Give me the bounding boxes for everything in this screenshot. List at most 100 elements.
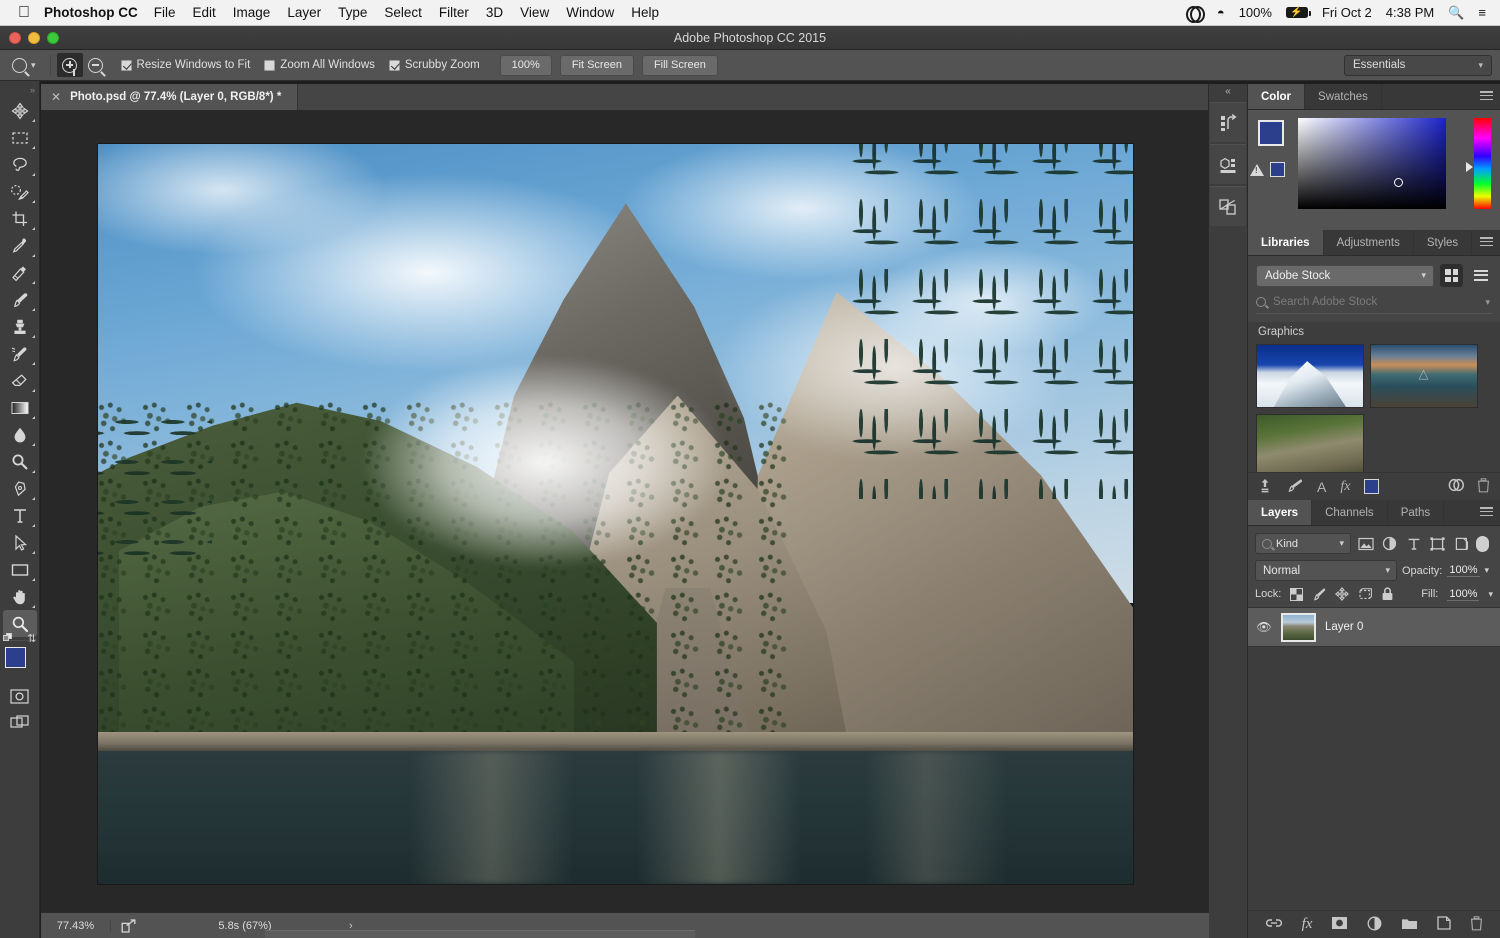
wifi-icon[interactable]: ◓ bbox=[1217, 5, 1225, 20]
creative-cloud-icon[interactable] bbox=[1185, 4, 1205, 23]
close-window-button[interactable] bbox=[9, 32, 21, 44]
default-colors-icon[interactable] bbox=[2, 633, 12, 642]
add-layer-style-icon[interactable]: fx bbox=[1340, 479, 1350, 495]
active-tool-preset[interactable]: ▾ bbox=[8, 57, 44, 73]
layer-filter-kind-select[interactable]: Kind ▾ bbox=[1255, 533, 1351, 554]
clone-stamp-tool[interactable] bbox=[3, 313, 37, 340]
close-icon[interactable]: ✕ bbox=[51, 90, 61, 104]
grid-view-button[interactable] bbox=[1440, 264, 1463, 287]
chevron-down-icon[interactable]: ▾ bbox=[1488, 589, 1493, 600]
rectangular-marquee-tool[interactable] bbox=[3, 124, 37, 151]
filter-enable-toggle[interactable] bbox=[1476, 534, 1490, 553]
maximize-window-button[interactable] bbox=[47, 32, 59, 44]
filter-type-layers-icon[interactable] bbox=[1404, 534, 1423, 553]
crop-tool[interactable] bbox=[3, 205, 37, 232]
eraser-tool[interactable] bbox=[3, 367, 37, 394]
layer-thumbnail-mountain-lake[interactable] bbox=[1281, 612, 1316, 642]
status-zoom-level[interactable]: 77.43% bbox=[41, 919, 111, 932]
zoom-100-percent-button[interactable]: 100% bbox=[499, 54, 552, 76]
spotlight-search-icon[interactable]: 🔍 bbox=[1448, 5, 1464, 21]
properties-panel-icon[interactable] bbox=[1210, 144, 1246, 184]
menu-item-image[interactable]: Image bbox=[233, 5, 271, 20]
upload-to-library-icon[interactable] bbox=[1258, 478, 1272, 496]
hand-tool[interactable] bbox=[3, 583, 37, 610]
horizontal-type-tool[interactable] bbox=[3, 502, 37, 529]
canvas-area[interactable] bbox=[41, 111, 1209, 912]
new-adjustment-layer-icon[interactable] bbox=[1367, 916, 1382, 934]
spot-healing-brush-tool[interactable] bbox=[3, 259, 37, 286]
minimize-window-button[interactable] bbox=[28, 32, 40, 44]
library-search-field[interactable]: Search Adobe Stock ▾ bbox=[1256, 293, 1492, 314]
lock-position-icon[interactable] bbox=[1335, 587, 1350, 601]
quick-mask-mode-icon[interactable] bbox=[3, 683, 37, 709]
path-selection-tool[interactable] bbox=[3, 529, 37, 556]
add-layer-mask-icon[interactable] bbox=[1331, 916, 1348, 933]
lock-transparent-pixels-icon[interactable] bbox=[1290, 587, 1304, 601]
history-panel-icon[interactable] bbox=[1210, 102, 1246, 142]
tab-styles[interactable]: Styles bbox=[1414, 230, 1473, 255]
tab-layers[interactable]: Layers bbox=[1248, 500, 1313, 525]
filter-shape-layers-icon[interactable] bbox=[1428, 534, 1447, 553]
delete-layer-icon[interactable] bbox=[1470, 915, 1483, 934]
panel-menu-icon[interactable] bbox=[1480, 507, 1493, 517]
battery-charging-icon[interactable]: ⚡ bbox=[1285, 7, 1311, 18]
layer-row-layer-0[interactable]: 👁 Layer 0 bbox=[1248, 607, 1500, 647]
history-brush-tool[interactable] bbox=[3, 340, 37, 367]
chevron-down-icon[interactable]: ▾ bbox=[1485, 297, 1490, 308]
lock-all-icon[interactable] bbox=[1381, 587, 1394, 601]
delete-icon[interactable] bbox=[1477, 477, 1490, 496]
add-text-style-icon[interactable]: A bbox=[1317, 479, 1326, 495]
panel-menu-icon[interactable] bbox=[1480, 237, 1493, 247]
stock-thumb-lake-sunset[interactable]: △ bbox=[1370, 344, 1478, 408]
tab-channels[interactable]: Channels bbox=[1312, 500, 1388, 525]
menu-item-select[interactable]: Select bbox=[384, 5, 422, 20]
tab-paths[interactable]: Paths bbox=[1388, 500, 1445, 525]
foreground-color-swatch[interactable] bbox=[1258, 120, 1284, 146]
panel-menu-icon[interactable] bbox=[1480, 91, 1493, 101]
list-view-button[interactable] bbox=[1469, 264, 1492, 287]
rectangle-tool[interactable] bbox=[3, 556, 37, 583]
menu-item-file[interactable]: File bbox=[154, 5, 176, 20]
filter-adjustment-layers-icon[interactable] bbox=[1380, 534, 1399, 553]
gamut-substitute-swatch[interactable] bbox=[1270, 162, 1285, 177]
foreground-background-colors[interactable]: ⇅ bbox=[2, 633, 37, 683]
hue-ramp-slider[interactable] bbox=[1474, 118, 1491, 209]
swap-colors-icon[interactable]: ⇅ bbox=[27, 632, 36, 645]
stock-thumb-forest-rock[interactable] bbox=[1256, 414, 1364, 472]
eyedropper-tool[interactable] bbox=[3, 232, 37, 259]
lasso-tool[interactable] bbox=[3, 151, 37, 178]
new-group-icon[interactable] bbox=[1401, 917, 1418, 933]
document-tab[interactable]: ✕ Photo.psd @ 77.4% (Layer 0, RGB/8*) * bbox=[41, 84, 299, 110]
dodge-tool[interactable] bbox=[3, 448, 37, 475]
collapse-panels-icon[interactable]: « bbox=[1209, 84, 1247, 100]
zoom-in-button[interactable] bbox=[56, 53, 83, 77]
lock-image-pixels-icon[interactable] bbox=[1312, 587, 1326, 601]
apple-icon[interactable]:  bbox=[18, 4, 30, 21]
chevron-down-icon[interactable]: ▾ bbox=[1485, 565, 1490, 576]
adjustments-panel-icon[interactable] bbox=[1210, 186, 1246, 226]
tab-color[interactable]: Color bbox=[1248, 84, 1306, 109]
menu-item-filter[interactable]: Filter bbox=[439, 5, 469, 20]
menu-item-3d[interactable]: 3D bbox=[486, 5, 503, 20]
brush-tool[interactable] bbox=[3, 286, 37, 313]
pen-tool[interactable] bbox=[3, 475, 37, 502]
lock-artboard-nesting-icon[interactable] bbox=[1358, 587, 1373, 601]
eye-icon[interactable]: 👁 bbox=[1256, 620, 1272, 634]
layer-name[interactable]: Layer 0 bbox=[1325, 621, 1363, 633]
menu-item-type[interactable]: Type bbox=[338, 5, 367, 20]
menu-item-layer[interactable]: Layer bbox=[287, 5, 321, 20]
stock-thumb-snowy-peak[interactable] bbox=[1256, 344, 1364, 408]
toolbar-collapse-handle[interactable]: » bbox=[0, 85, 39, 97]
notification-center-icon[interactable]: ≡ bbox=[1478, 5, 1486, 20]
foreground-color-swatch[interactable] bbox=[4, 647, 26, 668]
share-icon[interactable] bbox=[111, 918, 145, 933]
quick-selection-tool[interactable] bbox=[3, 178, 37, 205]
resize-windows-to-fit-checkbox[interactable]: Resize Windows to Fit bbox=[120, 59, 250, 71]
filter-smart-object-icon[interactable] bbox=[1452, 534, 1471, 553]
blend-mode-select[interactable]: Normal ▾ bbox=[1255, 560, 1397, 581]
scrubby-zoom-checkbox[interactable]: Scrubby Zoom bbox=[388, 59, 480, 71]
fill-screen-button[interactable]: Fill Screen bbox=[641, 54, 718, 76]
color-field-picker[interactable] bbox=[1298, 118, 1446, 209]
fit-screen-button[interactable]: Fit Screen bbox=[559, 54, 634, 76]
menu-app-name[interactable]: Photoshop CC bbox=[44, 5, 138, 20]
